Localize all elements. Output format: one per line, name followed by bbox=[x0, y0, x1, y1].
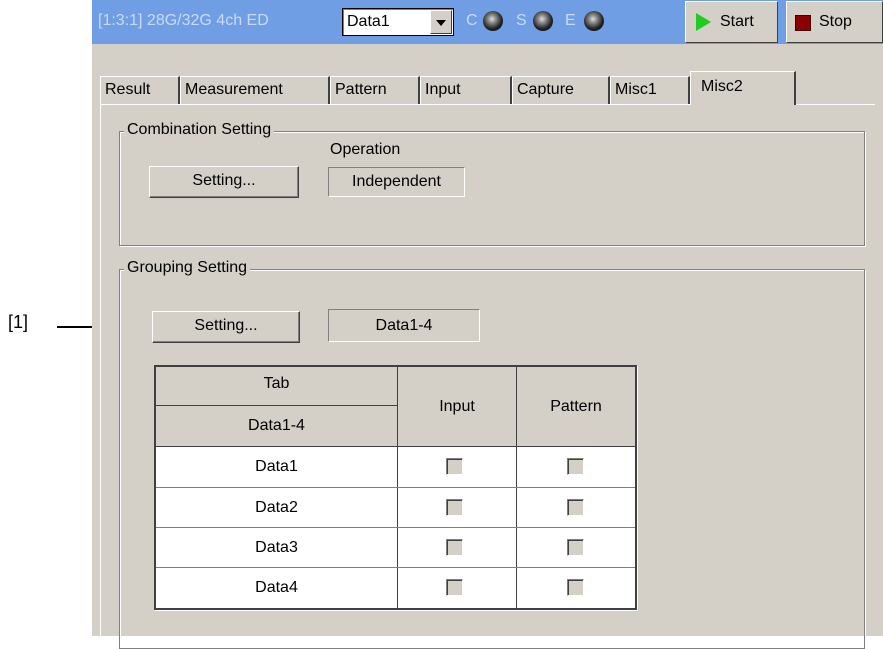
pattern-checkbox-data2[interactable] bbox=[567, 499, 584, 516]
group-value: Data1-4 bbox=[328, 309, 480, 342]
tab-panel-edge bbox=[100, 105, 101, 636]
channel-select-value: Data1 bbox=[347, 13, 390, 30]
stop-button[interactable]: Stop bbox=[786, 1, 883, 43]
instrument-title: [1:3:1] 28G/32G 4ch ED bbox=[98, 12, 269, 29]
title-bar: [1:3:1] 28G/32G 4ch ED Data1 C S E Start… bbox=[92, 0, 883, 44]
tab-column-header: Tab bbox=[156, 367, 397, 406]
start-button[interactable]: Start bbox=[685, 1, 778, 43]
operation-value: Independent bbox=[328, 167, 465, 197]
combination-setting-title: Combination Setting bbox=[124, 121, 275, 139]
grouping-setting-title: Grouping Setting bbox=[124, 259, 251, 277]
tab-measurement-label: Measurement bbox=[185, 81, 283, 98]
indicator-c-led-icon bbox=[483, 11, 503, 31]
combination-setting-button[interactable]: Setting... bbox=[149, 166, 299, 198]
table-row-name: Data4 bbox=[255, 579, 298, 596]
grid-line bbox=[156, 405, 397, 406]
grid-line bbox=[156, 567, 635, 568]
input-checkbox-data4[interactable] bbox=[446, 579, 463, 596]
play-icon bbox=[696, 13, 711, 31]
grid-line bbox=[156, 446, 635, 447]
grid-line bbox=[156, 527, 635, 528]
chevron-down-icon[interactable] bbox=[430, 10, 452, 34]
indicator-s-label: S bbox=[516, 12, 527, 29]
pattern-checkbox-data4[interactable] bbox=[567, 579, 584, 596]
pattern-checkbox-data3[interactable] bbox=[567, 539, 584, 556]
grouping-setting-button[interactable]: Setting... bbox=[152, 311, 300, 343]
indicator-c-label: C bbox=[466, 12, 478, 29]
stop-icon bbox=[795, 15, 811, 31]
tab-pattern-label: Pattern bbox=[335, 81, 387, 98]
channel-select[interactable]: Data1 bbox=[342, 8, 454, 36]
tab-misc2-label: Misc2 bbox=[701, 78, 743, 95]
tab-pattern[interactable]: Pattern bbox=[330, 76, 420, 104]
indicator-s-led-icon bbox=[533, 11, 553, 31]
tab-misc1-label: Misc1 bbox=[615, 81, 657, 98]
tab-result-label: Result bbox=[105, 81, 151, 98]
tab-input[interactable]: Input bbox=[420, 76, 512, 104]
table-row-name: Data1 bbox=[255, 458, 298, 475]
tab-capture[interactable]: Capture bbox=[512, 76, 610, 104]
pattern-column-header: Pattern bbox=[517, 367, 635, 446]
input-checkbox-data1[interactable] bbox=[446, 458, 463, 475]
tab-input-label: Input bbox=[425, 81, 461, 98]
input-column-header: Input bbox=[398, 367, 516, 446]
tab-measurement[interactable]: Measurement bbox=[180, 76, 330, 104]
input-checkbox-data3[interactable] bbox=[446, 539, 463, 556]
tab-capture-label: Capture bbox=[517, 81, 574, 98]
table-row-name: Data3 bbox=[255, 539, 298, 556]
stop-label: Stop bbox=[819, 13, 852, 30]
input-checkbox-data2[interactable] bbox=[446, 499, 463, 516]
grouping-table: Tab Data1-4 Input Pattern Data1 Data2 Da… bbox=[154, 365, 637, 610]
callout-label: [1] bbox=[8, 312, 29, 332]
indicator-e-led-icon bbox=[584, 11, 604, 31]
tab-misc1[interactable]: Misc1 bbox=[610, 76, 690, 104]
tab-result[interactable]: Result bbox=[100, 76, 180, 104]
table-row-name: Data2 bbox=[255, 499, 298, 516]
start-label: Start bbox=[720, 13, 754, 30]
tab-misc2[interactable]: Misc2 bbox=[690, 71, 796, 105]
indicator-e-label: E bbox=[565, 12, 576, 29]
grid-line bbox=[156, 487, 635, 488]
group-column-header: Data1-4 bbox=[156, 406, 397, 446]
pattern-checkbox-data1[interactable] bbox=[567, 458, 584, 475]
operation-label: Operation bbox=[330, 141, 401, 158]
